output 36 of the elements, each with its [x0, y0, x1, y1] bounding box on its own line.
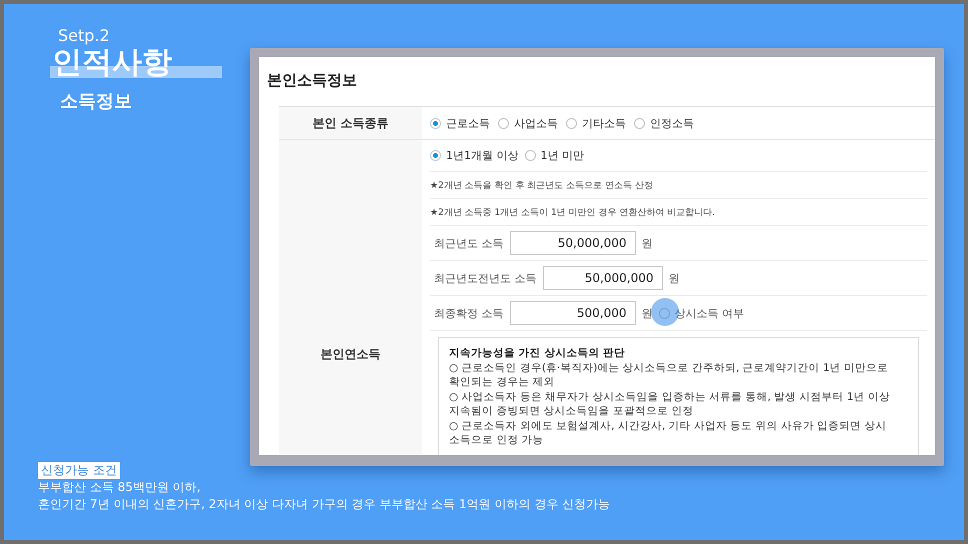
- info-text: ○ 사업소득자 등은 채무자가 상시소득임을 입증하는 서류를 통해, 발생 시점부터 1년 이상 지속됨이 증빙되면 상시소득임을 포괄적으로 인정: [449, 390, 891, 418]
- condition-text: 혼인기간 7년 이내의 신혼가구, 2자녀 이상 다자녀 가구의 경우 부부합산 소득 1억원 이하의 경우 신청가능: [38, 496, 612, 513]
- note-text: ★2개년 소득중 1개년 소득이 1년 미만인 경우 연환산하여 비교합니다.: [430, 206, 715, 218]
- radio-button[interactable]: [634, 118, 645, 128]
- income-type-option[interactable]: 인정소득: [634, 116, 694, 130]
- amount-field[interactable]: 50,000,000: [542, 266, 662, 290]
- field-label: 최근년도 소득: [434, 236, 504, 250]
- radio-button[interactable]: [430, 150, 441, 161]
- period-option[interactable]: 1년 미만: [524, 148, 584, 163]
- radio-button[interactable]: [498, 118, 509, 128]
- income-type-option[interactable]: 근로소득: [430, 116, 490, 130]
- income-type-option[interactable]: 기타소득: [566, 116, 626, 130]
- row-label: 본인 소득종류: [279, 106, 422, 140]
- unit-label: 원: [668, 270, 680, 286]
- panel-title: 본인소득정보: [267, 71, 357, 90]
- info-text: ○ 근로소득자 외에도 보험설계사, 시간강사, 기타 사업자 등도 위의 사유가 입증되면 상시소득으로 인정 가능: [449, 418, 888, 448]
- unit-label: 원: [642, 236, 652, 250]
- unit-label: 원: [642, 306, 652, 320]
- field-label: 최근년도전년도 소득: [434, 270, 536, 286]
- radio-button[interactable]: [566, 118, 577, 128]
- note-text: ★2개년 소득을 확인 후 최근년도 소득으로 연소득 산정: [430, 180, 653, 192]
- section-subtitle: 소득정보: [60, 90, 132, 113]
- radio-button[interactable]: [658, 308, 670, 318]
- period-option[interactable]: 1년1개월 이상: [430, 148, 518, 163]
- condition-tag: 신청가능 조건: [38, 462, 120, 479]
- step-label: Setp.2: [57, 27, 110, 45]
- amount-field[interactable]: 500,000: [510, 301, 636, 325]
- radio-button[interactable]: [430, 118, 441, 128]
- condition-text: 부부합산 소득 85백만원 이하,: [38, 479, 202, 496]
- info-title: 지속가능성을 가진 상시소득의 판단: [449, 346, 626, 360]
- radio-button[interactable]: [524, 150, 536, 161]
- amount-field[interactable]: 50,000,000: [510, 231, 636, 255]
- income-type-option[interactable]: 사업소득: [498, 116, 558, 130]
- field-label: 최종확정 소득: [434, 306, 504, 320]
- row-label: 본인연소득: [320, 347, 380, 361]
- info-text: ○ 근로소득인 경우(휴·복직자)에는 상시소득으로 간주하되, 근로계약기간이 1년 미만으로 확인되는 경우는 제외: [449, 360, 890, 390]
